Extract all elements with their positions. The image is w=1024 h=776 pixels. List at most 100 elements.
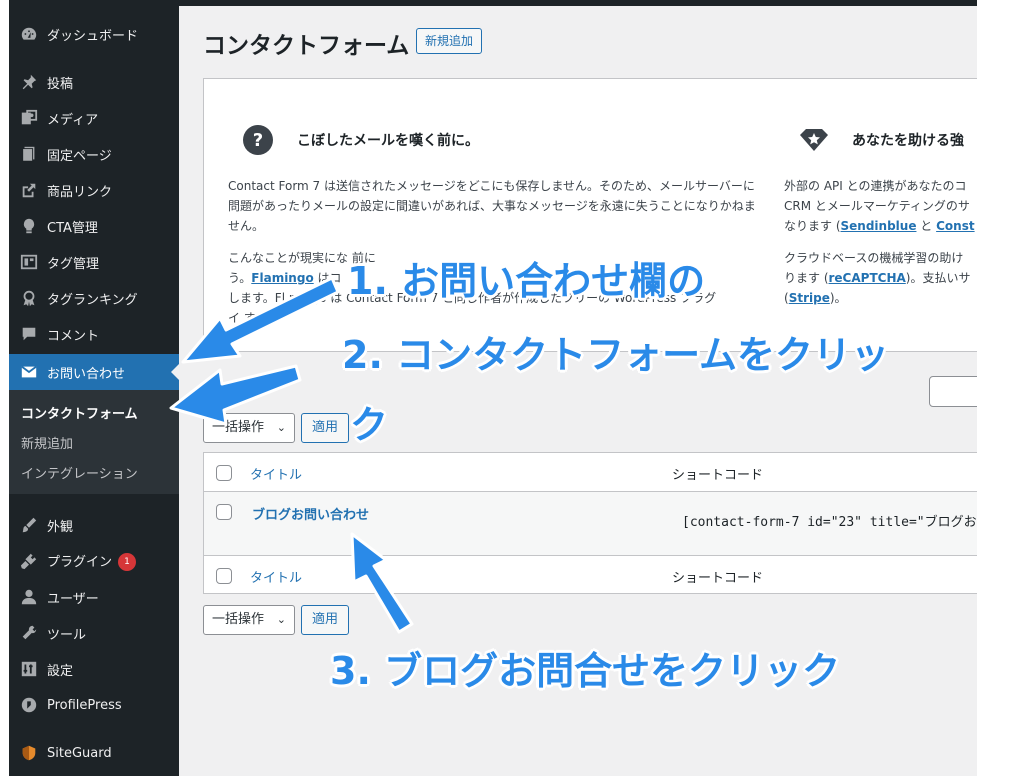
column-header-shortcode: ショートコード — [672, 468, 764, 483]
page-title: コンタクトフォーム — [203, 33, 410, 59]
sidebar-item-posts[interactable]: 投稿 — [9, 64, 179, 100]
welcome-panel: ? こぼしたメールを嘆く前に。 Contact Form 7 は送信されたメッセ… — [203, 78, 977, 352]
pin-icon — [19, 72, 39, 92]
panel-text-right-2: クラウドベースの機械学習の助け ります (reCAPTCHA)。支払いサ (St… — [784, 251, 971, 305]
chevron-down-icon: ⌄ — [276, 421, 286, 434]
sidebar-item-product-links[interactable]: 商品リンク — [9, 172, 179, 208]
brush-icon — [19, 515, 39, 535]
sidebar-item-dashboard[interactable]: ダッシュボード — [9, 16, 179, 52]
shortcode-value[interactable]: [contact-form-7 id="23" title="ブログお問 — [682, 511, 977, 530]
sendinblue-link[interactable]: Sendinblue — [841, 219, 917, 233]
page-icon — [19, 144, 39, 164]
plugin-icon — [19, 551, 39, 571]
row-checkbox[interactable] — [216, 504, 232, 520]
column-footer-shortcode: ショートコード — [672, 571, 764, 586]
sidebar-item-label: CTA管理 — [47, 220, 98, 236]
sidebar-item-settings[interactable]: 設定 — [9, 651, 179, 687]
sidebar-item-label: コメント — [47, 328, 100, 344]
page-edge-right — [977, 0, 1024, 776]
sidebar-item-profilepress[interactable]: ProfilePress — [9, 687, 179, 723]
star-badge-icon — [796, 127, 832, 157]
add-new-button[interactable]: 新規追加 — [416, 28, 483, 54]
comment-icon — [19, 324, 39, 344]
tag-panel-icon — [19, 252, 39, 272]
submenu-item-integration[interactable]: インテグレーション — [21, 463, 138, 482]
sidebar-item-label: 商品リンク — [47, 184, 113, 200]
settings-icon — [19, 659, 39, 679]
award-icon — [19, 288, 39, 308]
svg-text:?: ? — [253, 130, 263, 151]
select-all-checkbox-footer[interactable] — [216, 568, 232, 584]
sidebar-item-label: ツール — [47, 627, 87, 643]
sidebar-item-label: お問い合わせ — [47, 366, 126, 382]
sidebar-item-users[interactable]: ユーザー — [9, 579, 179, 615]
sidebar-item-label: タグ管理 — [47, 256, 100, 272]
sidebar-item-siteguard[interactable]: SiteGuard — [9, 735, 179, 771]
apply-button[interactable]: 適用 — [301, 413, 349, 443]
panel-text-left-1: Contact Form 7 は送信されたメッセージをどこにも保存しません。その… — [228, 179, 756, 233]
stripe-link[interactable]: Stripe — [789, 291, 830, 305]
sidebar-item-label: SiteGuard — [47, 745, 112, 761]
external-link-icon — [19, 180, 39, 200]
sidebar-item-label: 外観 — [47, 519, 74, 535]
sidebar-item-label: 設定 — [47, 663, 74, 679]
sidebar-item-label: 投稿 — [47, 76, 74, 92]
contact-submenu: コンタクトフォーム 新規追加 インテグレーション — [9, 390, 179, 494]
table-row: ブログお問い合わせ [contact-form-7 id="23" title=… — [204, 492, 977, 555]
column-header-title[interactable]: タイトル — [250, 464, 302, 483]
sidebar-item-label: ユーザー — [47, 591, 99, 607]
sidebar-item-plugins[interactable]: プラグイン 1 — [9, 543, 179, 579]
admin-sidebar: ダッシュボード 投稿 メディア 固定ページ 商品リンク CTA管理 タグ管理 タ… — [9, 0, 179, 776]
select-all-checkbox[interactable] — [216, 465, 232, 481]
sidebar-item-label: ProfilePress — [47, 697, 122, 713]
table-footer: タイトル ショートコード — [204, 555, 977, 594]
sidebar-item-comments[interactable]: コメント — [9, 316, 179, 352]
submenu-item-add-new[interactable]: 新規追加 — [21, 433, 73, 452]
submenu-item-contact-forms[interactable]: コンタクトフォーム — [21, 403, 138, 422]
active-indicator — [171, 364, 179, 380]
mail-icon — [19, 362, 39, 382]
wrench-icon — [19, 623, 39, 643]
bulk-action-select[interactable]: 一括操作 ⌄ — [203, 413, 295, 443]
sidebar-item-label: メディア — [47, 112, 99, 128]
sidebar-item-label: 固定ページ — [47, 148, 112, 164]
form-title-link[interactable]: ブログお問い合わせ — [252, 504, 369, 523]
annotation-step-3: 3. ブログお問合せをクリック — [330, 649, 841, 693]
admin-bar — [179, 0, 977, 6]
lightbulb-icon — [19, 216, 39, 236]
media-icon — [19, 108, 39, 128]
flamingo-link[interactable]: Flamingo — [251, 271, 313, 285]
update-count-badge: 1 — [118, 553, 137, 572]
bulk-action-select-bottom[interactable]: 一括操作 ⌄ — [203, 605, 295, 635]
annotation-step-2: 2. コンタクトフォームをクリッ — [342, 333, 889, 377]
sidebar-item-tag-ranking[interactable]: タグランキング — [9, 280, 179, 316]
sidebar-item-label: プラグイン 1 — [47, 551, 137, 572]
sidebar-item-appearance[interactable]: 外観 — [9, 507, 179, 543]
user-icon — [19, 587, 39, 607]
sidebar-item-tools[interactable]: ツール — [9, 615, 179, 651]
recaptcha-link[interactable]: reCAPTCHA — [829, 271, 906, 285]
shield-icon — [19, 743, 39, 763]
panel-heading-right: あなたを助ける強 — [852, 133, 964, 149]
constant-contact-link[interactable]: Const — [936, 219, 974, 233]
sidebar-item-media[interactable]: メディア — [9, 100, 179, 136]
sidebar-item-tags[interactable]: タグ管理 — [9, 244, 179, 280]
profilepress-icon — [19, 695, 39, 715]
sidebar-item-contact[interactable]: お問い合わせ — [9, 354, 179, 390]
annotation-step-1: 1. お問い合わせ欄の — [347, 259, 706, 303]
search-input[interactable] — [929, 376, 977, 407]
sidebar-item-pages[interactable]: 固定ページ — [9, 136, 179, 172]
page-edge — [0, 0, 9, 776]
help-icon: ? — [242, 124, 274, 160]
sidebar-item-label: タグランキング — [47, 292, 138, 308]
sidebar-item-cta[interactable]: CTA管理 — [9, 208, 179, 244]
panel-text-right-1: 外部の API との連携があなたのコ CRM とメールマーケティングのサ なりま… — [784, 179, 975, 233]
column-footer-title[interactable]: タイトル — [250, 567, 302, 586]
annotation-step-2-continued: ク — [350, 403, 389, 447]
panel-heading-left: こぼしたメールを嘆く前に。 — [297, 133, 479, 149]
contact-forms-table: タイトル ショートコード ブログお問い合わせ [contact-form-7 i… — [203, 452, 977, 594]
apply-button-bottom[interactable]: 適用 — [301, 605, 349, 635]
sidebar-item-label: ダッシュボード — [47, 28, 139, 44]
table-header: タイトル ショートコード — [204, 453, 977, 492]
chevron-down-icon: ⌄ — [276, 613, 286, 626]
